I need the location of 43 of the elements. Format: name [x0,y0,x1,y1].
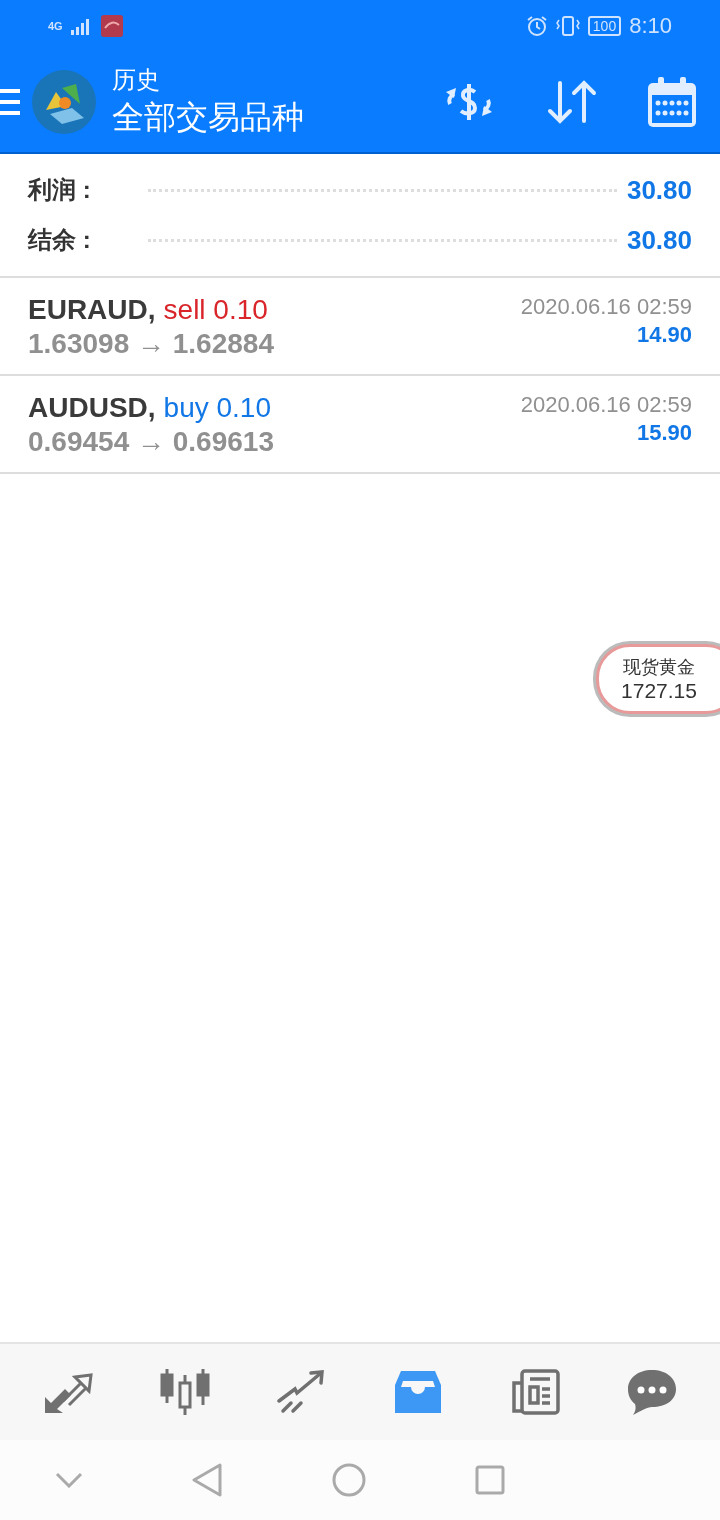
quote-price: 1727.15 [621,679,697,703]
trade-order: buy 0.10 [163,392,271,424]
summary-label: 利润 : [28,175,92,205]
summary-label: 结余 : [28,225,92,255]
app-notification-icon [100,15,123,37]
candlestick-icon [160,1369,210,1415]
trade-profit: 14.90 [636,322,692,348]
quote-name: 现货黄金 [623,656,695,679]
trade-prices: 1.63098 → 1.62884 [28,328,274,360]
battery-level: 100 [587,16,622,36]
recents-icon[interactable] [475,1465,506,1495]
home-icon[interactable] [331,1463,366,1497]
nav-tab[interactable] [626,1369,677,1415]
floating-quote[interactable]: 现货黄金 1727.15 [596,644,720,714]
trade-prices: 0.69454 → 0.69613 [28,426,274,458]
back-icon[interactable] [192,1463,223,1497]
summary-value: 30.80 [626,224,692,256]
nav-tab[interactable] [393,1369,444,1415]
clock-time: 8:10 [629,13,672,39]
nav-tab[interactable] [160,1369,210,1415]
calendar-button[interactable] [648,77,696,127]
chat-bubble-icon [626,1369,677,1415]
trade-order: sell 0.10 [163,294,268,326]
vibrate-icon [555,15,580,37]
screen-title: 历史 [112,65,161,95]
newspaper-icon [509,1369,560,1415]
trade-time: 2020.06.16 02:59 [520,294,692,320]
trade-profit: 15.90 [636,420,692,446]
inbox-icon [393,1369,444,1415]
trend-arrow-icon [276,1369,327,1415]
network-type: 4G [48,20,63,32]
symbol-filter[interactable]: 全部交易品种 [112,96,392,140]
trade-time: 2020.06.16 02:59 [520,392,692,418]
trade-symbol: EURAUD, [28,294,156,326]
summary-value: 30.80 [626,174,692,206]
sort-button[interactable] [546,79,598,125]
nav-tab[interactable] [276,1369,327,1415]
nav-tab[interactable] [509,1369,560,1415]
trade-symbol: AUDUSD, [28,392,156,424]
menu-icon[interactable] [0,87,20,117]
chevron-down-icon[interactable] [54,1472,83,1488]
alarm-icon [525,15,548,37]
app-logo-icon [32,70,96,134]
